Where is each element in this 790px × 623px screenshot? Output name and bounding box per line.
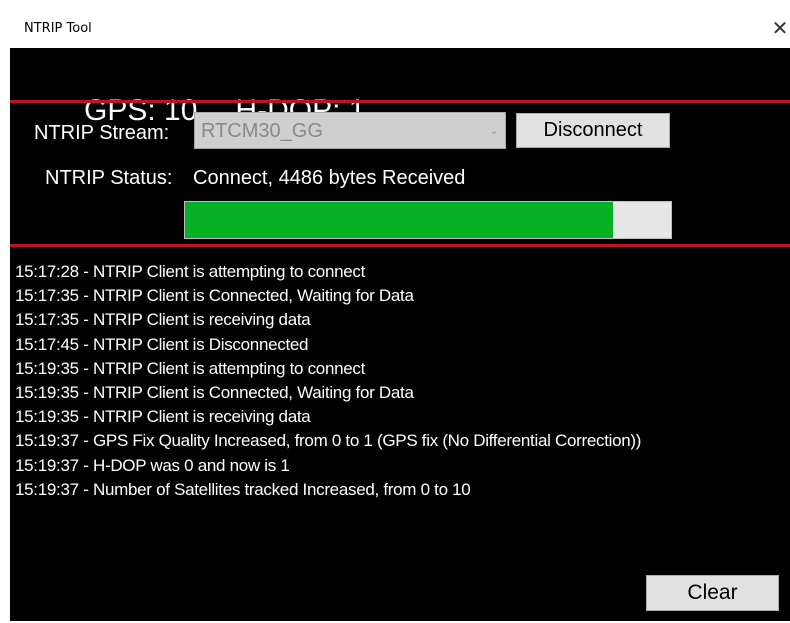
client-area: GPS: 10 H-DOP: 1 NTRIP Stream: RTCM30_GG …	[10, 48, 790, 621]
stream-select-value: RTCM30_GG	[201, 120, 323, 142]
log-line: 15:19:37 - GPS Fix Quality Increased, fr…	[15, 431, 642, 451]
log-line: 15:17:35 - NTRIP Client is Connected, Wa…	[15, 286, 414, 306]
clear-button[interactable]: Clear	[646, 575, 779, 611]
log-line: 15:19:35 - NTRIP Client is attempting to…	[15, 358, 366, 378]
window-title: NTRIP Tool	[24, 21, 92, 36]
chevron-down-icon: ⌄	[488, 123, 499, 137]
stream-select[interactable]: RTCM30_GG ⌄	[194, 112, 506, 149]
log-line: 15:19:37 - Number of Satellites tracked …	[15, 479, 471, 499]
log-line: 15:19:35 - NTRIP Client is receiving dat…	[15, 407, 311, 427]
log-list: 15:17:28 - NTRIP Client is attempting to…	[15, 260, 785, 502]
log-divider	[10, 244, 790, 247]
log-line: 15:17:35 - NTRIP Client is receiving dat…	[15, 310, 311, 330]
close-icon[interactable]: ✕	[770, 16, 790, 40]
stream-label: NTRIP Stream:	[34, 122, 170, 144]
header-divider	[10, 100, 790, 103]
log-line: 15:17:45 - NTRIP Client is Disconnected	[15, 334, 309, 354]
status-value: Connect, 4486 bytes Received	[193, 167, 466, 189]
log-line: 15:17:28 - NTRIP Client is attempting to…	[15, 262, 366, 281]
title-bar[interactable]: NTRIP Tool ✕	[10, 10, 790, 48]
log-line: 15:19:35 - NTRIP Client is Connected, Wa…	[15, 382, 414, 402]
progress-fill	[185, 202, 613, 238]
status-label: NTRIP Status:	[45, 167, 173, 189]
log-line: 15:19:37 - H-DOP was 0 and now is 1	[15, 455, 290, 475]
progress-bar	[184, 201, 672, 239]
disconnect-button[interactable]: Disconnect	[516, 113, 670, 148]
ntrip-tool-window: NTRIP Tool ✕ GPS: 10 H-DOP: 1 NTRIP Strea…	[10, 10, 790, 621]
